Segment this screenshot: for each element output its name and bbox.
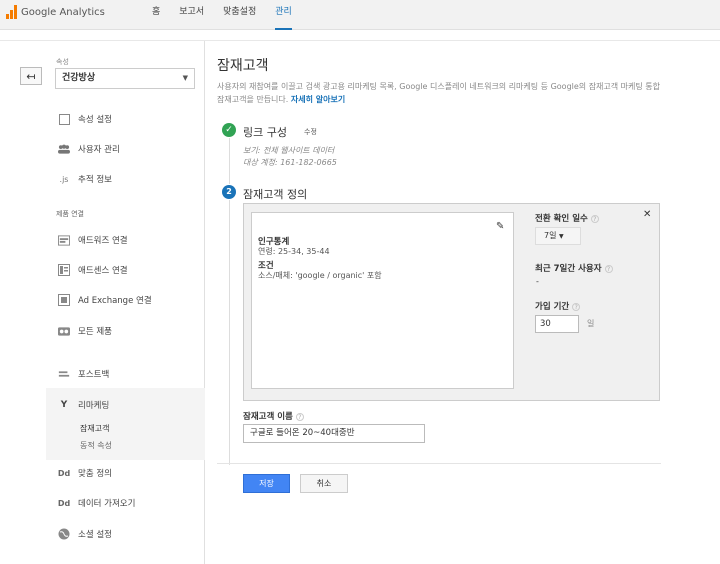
sidebar-subitem-dynamic-attributes[interactable]: 동적 속성: [80, 440, 112, 451]
chevron-down-icon: ▼: [559, 233, 564, 240]
nav-home[interactable]: 홈: [152, 0, 160, 30]
divider: [217, 463, 661, 464]
lookback-days-dropdown[interactable]: 7일 ▼: [535, 227, 581, 245]
sidebar-item-label: 애드센스 연결: [78, 266, 128, 276]
membership-duration-input[interactable]: 30: [535, 315, 579, 333]
adwords-icon: [58, 234, 70, 246]
main-nav: 홈 보고서 맞춤설정 관리: [152, 0, 311, 30]
logo-text: Google Analytics: [21, 6, 105, 18]
sidebar-item-label: 사용자 관리: [78, 145, 120, 155]
sidebar-item-label: 맞춤 정의: [78, 469, 112, 479]
users-label-text: 최근 7일간 사용자: [535, 264, 602, 274]
audience-name-input[interactable]: 구글로 들어온 20~40대중반: [243, 424, 425, 443]
step2-number-badge: 2: [222, 185, 236, 199]
back-arrow-icon: ↤: [26, 69, 36, 83]
adexchange-icon: [58, 294, 70, 306]
help-icon[interactable]: ?: [572, 302, 581, 311]
lookback-label-text: 전환 확인 일수: [535, 214, 588, 224]
sidebar-item-label: 포스트백: [78, 370, 110, 380]
sidebar-item-social-settings[interactable]: 소셜 설정: [58, 528, 112, 540]
nav-customization[interactable]: 맞춤설정: [223, 0, 256, 30]
property-value: 건강방상: [62, 73, 96, 83]
sidebar-subitem-audiences[interactable]: 잠재고객: [80, 423, 109, 434]
sidebar-item-custom-definitions[interactable]: Dd 맞춤 정의: [57, 467, 112, 480]
audience-name-label-text: 잠재고객 이름: [243, 412, 293, 422]
cancel-button[interactable]: 취소: [300, 474, 348, 493]
nav-reports[interactable]: 보고서: [179, 0, 204, 30]
duration-label-text: 가입 기간: [535, 302, 570, 312]
help-icon[interactable]: ?: [604, 264, 613, 273]
globe-icon: [58, 528, 70, 540]
pencil-icon[interactable]: ✎: [496, 221, 504, 232]
sidebar-item-label: 모든 제품: [78, 327, 112, 337]
sidebar-item-label: 소셜 설정: [78, 530, 112, 540]
sidebar-item-label: Ad Exchange 연결: [78, 296, 152, 306]
sidebar-item-postbacks[interactable]: 포스트백: [58, 368, 109, 380]
adsense-icon: [58, 264, 70, 276]
step1-target-account: 대상 계정: 161-182-0665: [243, 158, 337, 167]
sidebar-item-label: 속성 설정: [78, 115, 112, 125]
duration-label: 가입 기간?: [535, 300, 581, 312]
edit-link[interactable]: 수정: [304, 127, 317, 137]
property-label: 속성: [56, 58, 69, 66]
sidebar-item-label: 추적 정보: [78, 175, 112, 185]
users-icon: [58, 143, 70, 155]
close-icon[interactable]: ✕: [643, 209, 651, 220]
sidebar-item-property-settings[interactable]: 속성 설정: [58, 113, 112, 125]
js-icon: .js: [59, 174, 69, 184]
back-button[interactable]: ↤: [20, 67, 42, 85]
audience-definition-summary[interactable]: [251, 212, 514, 389]
google-analytics-logo[interactable]: Google Analytics: [6, 3, 105, 21]
demographics-text: 연령: 25-34, 35-44: [258, 247, 330, 256]
sidebar-item-remarketing[interactable]: Y 리마케팅: [58, 399, 110, 411]
learn-more-link[interactable]: 자세히 알아보기: [291, 95, 345, 104]
sidebar-item-user-management[interactable]: 사용자 관리: [58, 143, 120, 155]
sidebar-item-adsense-linking[interactable]: 애드센스 연결: [58, 264, 128, 276]
step2-title: 잠재고객 정의: [243, 188, 308, 201]
save-button[interactable]: 저장: [243, 474, 290, 493]
lookback-days-value: 7일: [544, 231, 557, 240]
duration-unit: 일: [587, 319, 595, 328]
conditions-text: 소스/매체: 'google / organic' 포함: [258, 271, 382, 280]
dd-icon: Dd: [57, 468, 71, 478]
dd-icon: Dd: [57, 498, 71, 508]
step1-title: 링크 구성: [243, 126, 287, 139]
step1-view: 보기: 전체 웹사이트 데이터: [243, 146, 335, 155]
description-line: 사용자의 재참여를 이끌고 검색 광고용 리마케팅 목록, Google 디스플…: [217, 82, 661, 91]
page-title: 잠재고객: [217, 58, 269, 74]
top-bar: Google Analytics 홈 보고서 맞춤설정 관리: [0, 0, 720, 30]
help-icon[interactable]: ?: [590, 214, 599, 223]
remarketing-icon: Y: [60, 400, 68, 410]
sidebar-item-all-products[interactable]: 모든 제품: [58, 325, 112, 337]
sidebar-item-tracking-info[interactable]: .js 추적 정보: [58, 173, 112, 186]
property-select[interactable]: 건강방상 ▼: [55, 68, 195, 89]
check-circle-icon: ✓: [222, 123, 236, 137]
sidebar-item-label: 데이터 가져오기: [78, 499, 136, 509]
step-connector: [229, 200, 230, 465]
analytics-logo-icon: [6, 5, 17, 19]
page-description: 사용자의 재참여를 이끌고 검색 광고용 리마케팅 목록, Google 디스플…: [217, 80, 717, 106]
description-line: 잠재고객을 만듭니다.: [217, 95, 289, 104]
step-connector: [229, 138, 230, 184]
sidebar-item-adexchange-linking[interactable]: Ad Exchange 연결: [58, 294, 152, 306]
help-icon[interactable]: ?: [295, 412, 304, 421]
square-icon: [58, 113, 70, 125]
audience-name-label: 잠재고객 이름?: [243, 410, 304, 422]
all-products-icon: [58, 325, 70, 337]
sidebar-item-adwords-linking[interactable]: 애드워즈 연결: [58, 234, 128, 246]
nav-admin[interactable]: 관리: [275, 0, 292, 30]
sidebar-item-label: 리마케팅: [78, 401, 110, 411]
lookback-label: 전환 확인 일수?: [535, 212, 599, 224]
users-label: 최근 7일간 사용자?: [535, 262, 613, 274]
postback-icon: [58, 368, 70, 380]
sidebar-item-label: 애드워즈 연결: [78, 236, 128, 246]
chevron-down-icon: ▼: [182, 74, 188, 82]
sidebar-item-data-import[interactable]: Dd 데이터 가져오기: [57, 497, 136, 510]
section-heading-product-linking: 제품 연결: [56, 210, 84, 218]
users-value: -: [536, 277, 539, 286]
